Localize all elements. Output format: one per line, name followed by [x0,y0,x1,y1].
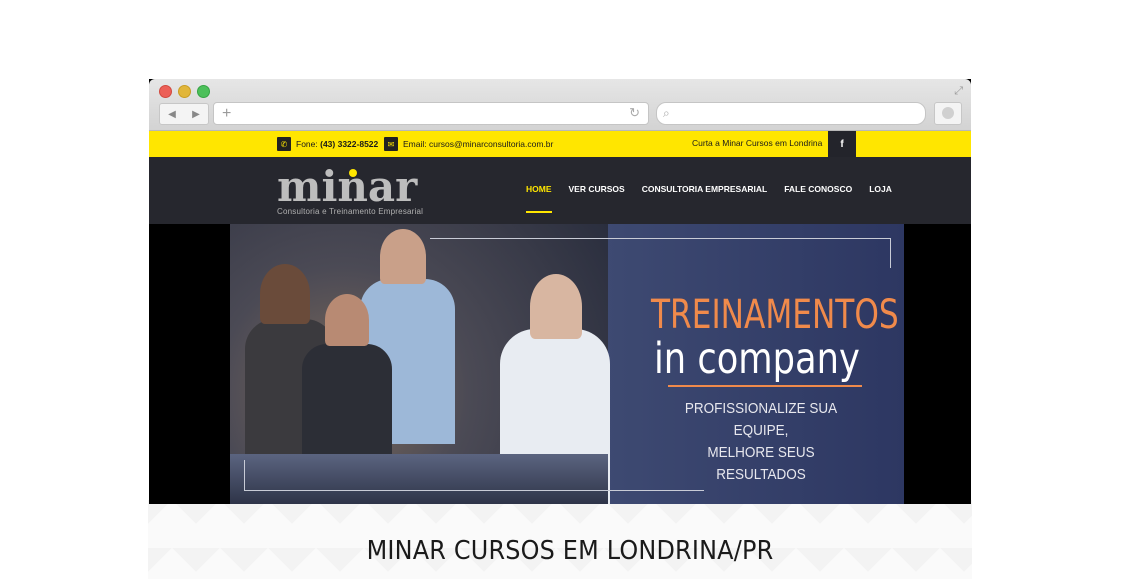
contact-bar: ✆ Fone: (43) 3322-8522 ✉ Email: cursos@m… [149,131,971,157]
hero-subtitle-line2: MELHORE SEUS RESULTADOS [707,444,815,483]
email-address[interactable]: cursos@minarconsultoria.com.br [429,139,553,149]
main-nav: HOME VER CURSOS CONSULTORIA EMPRESARIAL … [526,184,892,213]
close-window-button[interactable] [159,85,172,98]
hero-banner[interactable]: TREINAMENTOS in company PROFISSIONALIZE … [230,224,904,504]
hero-underline [668,385,862,387]
email-label: Email: [403,139,427,149]
page-caption: MINAR CURSOS EM LONDRINA/PR [366,536,774,566]
nav-fale-conosco[interactable]: FALE CONOSCO [784,184,852,194]
nav-home[interactable]: HOME [526,184,552,213]
browser-toolbar: ⤢ ◀ ▶ + ↻ ⌕ [149,79,971,131]
extension-icon [942,107,954,119]
nav-ver-cursos[interactable]: VER CURSOS [569,184,625,194]
search-bar[interactable]: ⌕ [656,102,926,125]
back-icon[interactable]: ◀ [168,109,176,120]
hero-subtitle-line1: PROFISSIONALIZE SUA EQUIPE, [684,400,838,439]
hero-subtitle: PROFISSIONALIZE SUA EQUIPE, MELHORE SEUS… [671,398,851,486]
address-bar[interactable]: + ↻ [213,102,649,125]
frame-line [430,238,890,239]
extension-button[interactable] [934,102,962,125]
logo-word: minar [277,162,418,211]
person-head [325,294,369,346]
site-logo[interactable]: minar Consultoria e Treinamento Empresar… [277,166,423,217]
frame-line [890,238,891,268]
facebook-icon[interactable]: f [828,131,856,157]
new-tab-icon[interactable]: + [222,103,231,124]
search-icon: ⌕ [663,106,670,120]
maximize-window-button[interactable] [197,85,210,98]
forward-icon[interactable]: ▶ [192,109,200,120]
nav-consultoria[interactable]: CONSULTORIA EMPRESARIAL [642,184,767,194]
email-info: ✉ Email: cursos@minarconsultoria.com.br [384,137,553,151]
social-text: Curta a Minar Cursos em Londrina [692,138,823,148]
minimize-window-button[interactable] [178,85,191,98]
person-head [380,229,426,284]
hero-photo [230,224,610,504]
reload-icon[interactable]: ↻ [629,105,640,121]
logo-dot [349,169,357,177]
person-head [260,264,310,324]
hero-title-line1: TREINAMENTOS [651,292,899,338]
meeting-table [230,454,608,504]
nav-loja[interactable]: LOJA [869,184,892,194]
phone-number[interactable]: (43) 3322-8522 [320,139,378,149]
person-head [530,274,582,339]
history-buttons: ◀ ▶ [159,103,209,125]
frame-line [244,490,704,491]
browser-window: ⤢ ◀ ▶ + ↻ ⌕ ✆ Fone: (43) 3322-8522 ✉ Ema… [149,79,971,504]
site-header: minar Consultoria e Treinamento Empresar… [149,157,971,224]
phone-info: ✆ Fone: (43) 3322-8522 [277,137,378,151]
phone-label: Fone: [296,139,318,149]
email-icon: ✉ [384,137,398,151]
hero-title-line2: in company [654,334,860,384]
fullscreen-icon[interactable]: ⤢ [954,85,963,98]
phone-icon: ✆ [277,137,291,151]
frame-line [244,460,245,490]
